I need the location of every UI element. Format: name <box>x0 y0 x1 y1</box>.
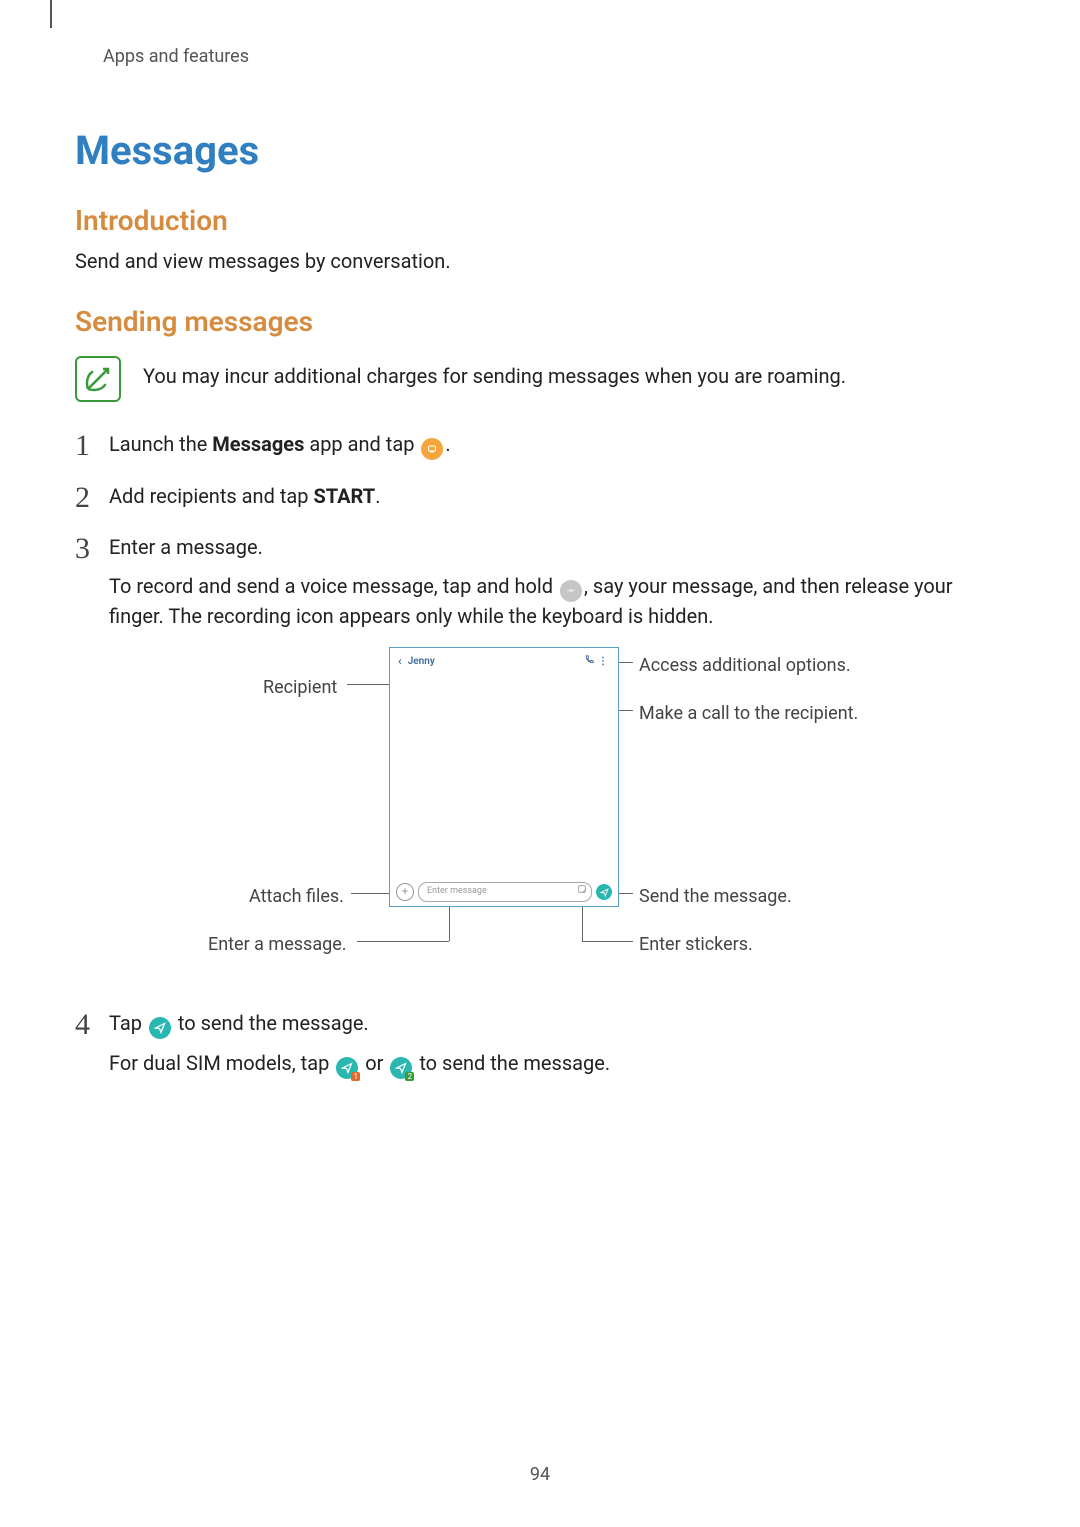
step-1-text-c: . <box>445 432 450 456</box>
message-screen-diagram: Recipient Attach files. Enter a message.… <box>109 647 1049 987</box>
step-4-text-a: Tap <box>109 1011 147 1035</box>
more-options-icon[interactable]: ⋮ <box>596 655 610 670</box>
label-recipient: Recipient <box>263 675 337 701</box>
label-attach: Attach files. <box>249 884 344 910</box>
phone-header: ‹ Jenny ⋮ <box>390 648 618 676</box>
step-4-text-b: to send the message. <box>173 1011 369 1035</box>
label-enter-message: Enter a message. <box>208 932 347 958</box>
sim1-badge: 1 <box>351 1072 360 1081</box>
step-1: Launch the Messages app and tap . <box>75 430 1010 460</box>
send-sim1-icon: 1 <box>336 1057 358 1079</box>
intro-text: Send and view messages by conversation. <box>75 247 1010 275</box>
step-4: Tap to send the message. For dual SIM mo… <box>75 1009 1010 1079</box>
step-2-bold: START <box>313 484 375 508</box>
step-4-text-c: For dual SIM models, tap <box>109 1051 334 1075</box>
step-2-text-a: Add recipients and tap <box>109 484 313 508</box>
stickers-button[interactable] <box>577 884 587 899</box>
send-icon <box>149 1017 171 1039</box>
phone-input-row: + Enter message <box>390 878 618 906</box>
label-options: Access additional options. <box>639 653 851 679</box>
message-input[interactable]: Enter message <box>418 882 592 902</box>
phone-mock: ‹ Jenny ⋮ + Enter <box>389 647 619 907</box>
breadcrumb: Apps and features <box>103 46 1010 67</box>
note-text: You may incur additional charges for sen… <box>143 356 846 391</box>
sim2-badge: 2 <box>405 1072 414 1081</box>
step-3-text-b: To record and send a voice message, tap … <box>109 574 558 598</box>
step-2: Add recipients and tap START. <box>75 482 1010 511</box>
step-3: Enter a message. To record and send a vo… <box>75 533 1010 987</box>
compose-icon <box>421 438 443 460</box>
phone-conversation-area <box>390 676 618 878</box>
note-row: You may incur additional charges for sen… <box>75 356 1010 402</box>
step-1-text-b: app and tap <box>304 432 419 456</box>
call-icon[interactable] <box>582 654 596 671</box>
message-input-placeholder: Enter message <box>427 885 487 898</box>
section-sending-heading: Sending messages <box>75 305 1010 338</box>
page-number: 94 <box>0 1464 1080 1485</box>
send-button[interactable] <box>596 884 612 900</box>
label-stickers: Enter stickers. <box>639 932 753 958</box>
step-4-text-d: to send the message. <box>414 1051 610 1075</box>
header-tab-mark <box>50 0 52 28</box>
voice-record-icon <box>560 580 582 602</box>
step-1-bold: Messages <box>212 432 304 456</box>
send-sim2-icon: 2 <box>390 1057 412 1079</box>
section-introduction-heading: Introduction <box>75 204 1010 237</box>
page-title: Messages <box>75 127 1010 174</box>
steps-list: Launch the Messages app and tap . Add re… <box>75 430 1010 1079</box>
step-2-text-b: . <box>375 484 380 508</box>
attach-button[interactable]: + <box>396 883 414 901</box>
note-icon <box>75 356 121 402</box>
label-send: Send the message. <box>639 884 792 910</box>
recipient-name[interactable]: Jenny <box>408 655 435 670</box>
step-4-or: or <box>360 1051 388 1075</box>
label-call: Make a call to the recipient. <box>639 701 858 727</box>
back-icon[interactable]: ‹ <box>398 653 402 670</box>
step-1-text-a: Launch the <box>109 432 212 456</box>
step-3-text-a: Enter a message. <box>109 535 263 559</box>
